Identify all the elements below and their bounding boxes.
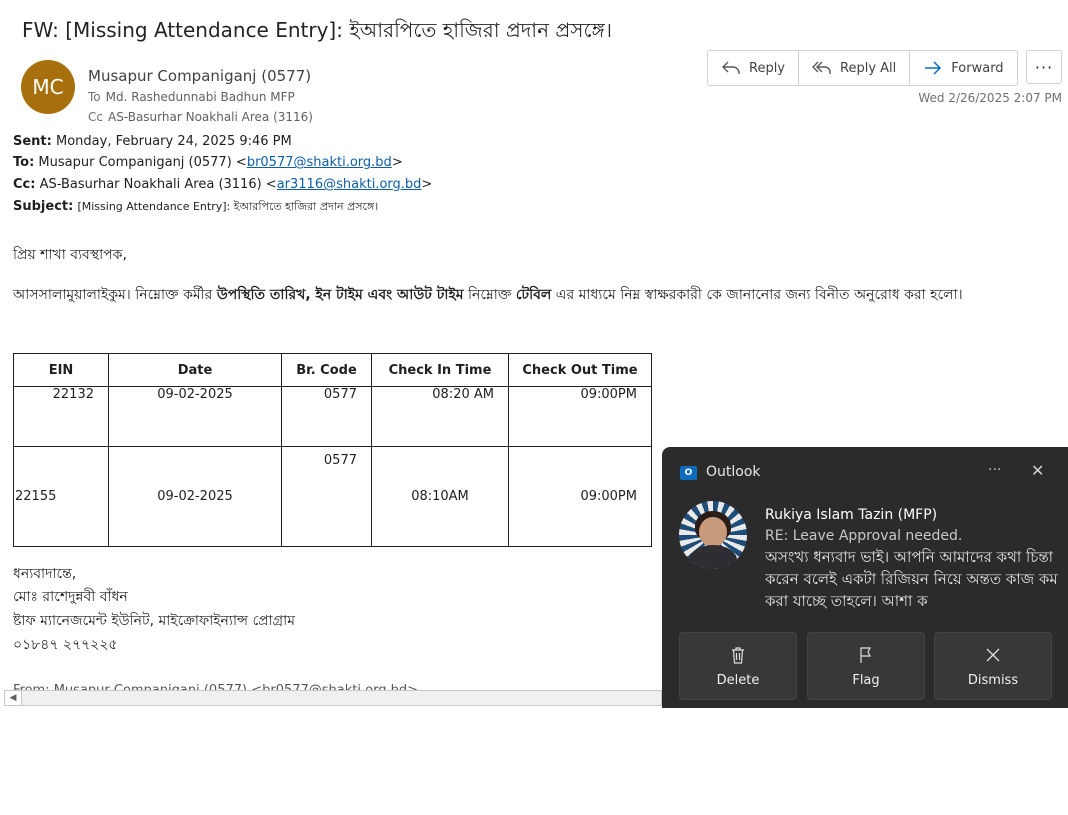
signature-phone: ০১৮৪৭ ২৭৭২২৫: [13, 637, 118, 653]
cell-date: 09-02-2025: [108, 386, 282, 447]
body-paragraph: আসসালামুয়ালাইকুম। নিম্নোক্ত কর্মীর উপস্…: [13, 284, 1003, 306]
cell-br-code: 0577: [281, 386, 372, 447]
to-label: To: [88, 90, 101, 104]
cell-ein: 22155: [13, 446, 109, 547]
para-bold-2: টেবিল: [515, 287, 552, 303]
to-recipient[interactable]: Md. Rashedunnabi Badhun MFP: [106, 90, 295, 104]
fwd-subject-line: Subject: [Missing Attendance Entry]: ইআর…: [13, 198, 378, 217]
para-text-1: আসসালামুয়ালাইকুম। নিম্নোক্ত কর্মীর: [13, 287, 217, 303]
cell-ein: 22132: [13, 386, 109, 447]
fwd-cc-name: AS-Basurhar Noakhali Area (3116) <: [39, 177, 277, 192]
forward-label: Forward: [951, 60, 1004, 76]
table-header-row: EIN Date Br. Code Check In Time Check Ou…: [13, 353, 652, 387]
notification-preview: অসংখ্য ধন্যবাদ ভাই। আপনি আমাদের কথা চিন্…: [765, 548, 1058, 610]
photo-face: [699, 517, 727, 547]
outlook-app-icon: O: [680, 466, 697, 480]
header-check-in: Check In Time: [371, 353, 509, 387]
to-recipients: To Md. Rashedunnabi Badhun MFP: [88, 90, 295, 104]
notification-more-button[interactable]: ···: [988, 462, 1001, 478]
fwd-to-label: To:: [13, 155, 35, 170]
delete-label: Delete: [716, 672, 760, 688]
reply-all-button[interactable]: Reply All: [799, 51, 911, 85]
cc-recipient[interactable]: AS-Basurhar Noakhali Area (3116): [108, 110, 313, 124]
table-row: 22155 09-02-2025 0577 08:10AM 09:00PM: [13, 446, 652, 547]
signature-title: ষ্টাফ ম্যানেজমেন্ট ইউনিট, মাইক্রোফাইন্যা…: [13, 613, 296, 629]
email-subject: FW: [Missing Attendance Entry]: ইআরপিতে …: [22, 18, 612, 42]
forward-icon: [925, 61, 942, 75]
trash-icon: [732, 646, 744, 664]
fwd-to-line: To: Musapur Companiganj (0577) <br0577@s…: [13, 155, 403, 170]
received-timestamp: Wed 2/26/2025 2:07 PM: [918, 91, 1062, 105]
flag-label: Flag: [852, 672, 880, 688]
cell-check-out: 09:00PM: [508, 446, 652, 547]
forward-button[interactable]: Forward: [910, 51, 1016, 85]
fwd-cc-close: >: [421, 177, 433, 192]
reply-button[interactable]: Reply: [708, 51, 800, 85]
cell-check-in: 08:10AM: [371, 446, 509, 547]
scroll-left-icon[interactable]: ◀: [5, 691, 22, 705]
reply-icon: [722, 61, 740, 74]
message-actions: Reply Reply All Forward: [707, 50, 1018, 86]
header-br-code: Br. Code: [281, 353, 372, 387]
reply-label: Reply: [749, 60, 786, 76]
notification-subject: RE: Leave Approval needed.: [765, 528, 963, 544]
notification-flag-button[interactable]: Flag: [807, 632, 925, 700]
photo-shoulders: [689, 545, 737, 569]
flag-icon: [860, 646, 871, 663]
dismiss-label: Dismiss: [967, 672, 1019, 688]
fwd-cc-email-link[interactable]: ar3116@shakti.org.bd: [277, 177, 422, 192]
notification-app-name: Outlook: [706, 464, 761, 480]
cell-check-in: 08:20 AM: [371, 386, 509, 447]
header-ein: EIN: [13, 353, 109, 387]
cell-date: 09-02-2025: [108, 446, 282, 547]
signature-name: মোঃ রাশেদুন্নবী বাঁধন: [13, 589, 128, 605]
fwd-cc-line: Cc: AS-Basurhar Noakhali Area (3116) <ar…: [13, 177, 432, 192]
fwd-subject-label: Subject:: [13, 199, 74, 214]
more-actions-button[interactable]: ···: [1026, 50, 1062, 84]
fwd-to-close: >: [391, 155, 403, 170]
fwd-to-email-link[interactable]: br0577@shakti.org.bd: [247, 155, 392, 170]
fwd-sent-value: Monday, February 24, 2025 9:46 PM: [56, 134, 292, 149]
sender-avatar[interactable]: MC: [21, 60, 75, 114]
dismiss-icon: [986, 648, 1000, 661]
header-date: Date: [108, 353, 282, 387]
notification-dismiss-button[interactable]: Dismiss: [934, 632, 1052, 700]
header-check-out: Check Out Time: [508, 353, 652, 387]
fwd-subject-value: [Missing Attendance Entry]: ইআরপিতে হাজি…: [77, 200, 379, 213]
fwd-sent-line: Sent: Monday, February 24, 2025 9:46 PM: [13, 134, 292, 149]
horizontal-scrollbar[interactable]: ◀: [4, 690, 662, 706]
cell-check-out: 09:00PM: [508, 386, 652, 447]
attendance-table: EIN Date Br. Code Check In Time Check Ou…: [13, 353, 652, 547]
cc-recipients: Cc AS-Basurhar Noakhali Area (3116): [88, 110, 313, 124]
para-bold-1: উপস্থিতি তারিখ, ইন টাইম এবং আউট টাইম: [216, 287, 464, 303]
signature-closing: ধন্যবাদান্তে,: [13, 566, 77, 582]
reply-all-label: Reply All: [840, 60, 897, 76]
sender-photo-avatar: [679, 501, 747, 569]
greeting: প্রিয় শাখা ব্যবস্থাপক,: [13, 247, 127, 263]
sender-name[interactable]: Musapur Companiganj (0577): [88, 67, 311, 85]
notification-sender: Rukiya Islam Tazin (MFP): [765, 507, 938, 523]
fwd-sent-label: Sent:: [13, 134, 52, 149]
notification-delete-button[interactable]: Delete: [679, 632, 797, 700]
cc-label: Cc: [88, 110, 103, 124]
para-text-2: নিম্নোক্ত: [463, 287, 516, 303]
cell-br-code: 0577: [281, 446, 372, 547]
notification-close-button[interactable]: ✕: [1031, 461, 1044, 480]
fwd-cc-label: Cc:: [13, 177, 36, 192]
reply-all-icon: [812, 61, 831, 74]
table-row: 22132 09-02-2025 0577 08:20 AM 09:00PM: [13, 386, 652, 447]
outlook-notification[interactable]: O Outlook ··· ✕ Rukiya Islam Tazin (MFP)…: [662, 447, 1068, 708]
para-text-3: এর মাধ্যমে নিম্ন স্বাক্ষরকারী কে জানানোর…: [551, 287, 963, 303]
fwd-to-name: Musapur Companiganj (0577) <: [38, 155, 247, 170]
